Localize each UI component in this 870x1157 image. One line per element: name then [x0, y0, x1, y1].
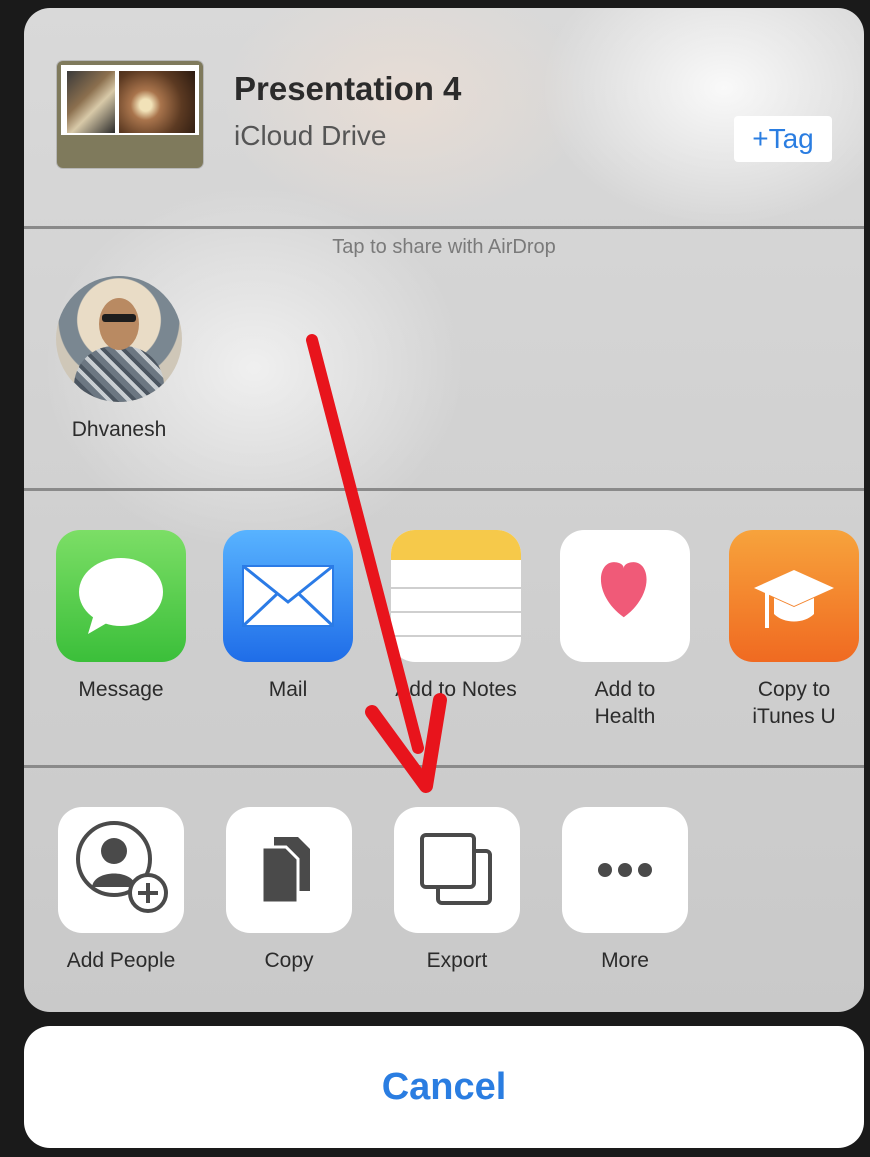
- itunes-u-label: Copy to iTunes U: [752, 678, 836, 728]
- add-people-button[interactable]: [58, 807, 184, 933]
- more-label: More: [601, 949, 649, 972]
- health-app-icon[interactable]: [560, 530, 690, 662]
- airdrop-hint: Tap to share with AirDrop: [332, 236, 556, 258]
- document-location: iCloud Drive: [234, 120, 387, 151]
- mail-app-icon[interactable]: [223, 530, 353, 662]
- divider: [24, 765, 864, 768]
- notes-label: Add to Notes: [395, 678, 517, 701]
- document-title: Presentation 4: [234, 70, 462, 107]
- export-icon: [420, 833, 492, 905]
- itunes-u-app-icon[interactable]: [729, 530, 859, 662]
- add-people-label: Add People: [66, 949, 176, 972]
- airdrop-person-avatar[interactable]: [56, 276, 182, 402]
- messages-label: Message: [78, 678, 164, 701]
- mail-label: Mail: [268, 678, 308, 701]
- background-strip: [0, 1148, 870, 1157]
- more-icon: [598, 863, 652, 877]
- health-label: Add to Health: [594, 678, 656, 728]
- divider: [24, 488, 864, 491]
- add-tag-button[interactable]: +Tag: [734, 116, 832, 162]
- divider: [24, 226, 864, 229]
- copy-icon: [260, 837, 310, 905]
- export-button[interactable]: [394, 807, 520, 933]
- copy-label: Copy: [264, 949, 314, 972]
- more-button[interactable]: [562, 807, 688, 933]
- messages-app-icon[interactable]: [56, 530, 186, 662]
- cancel-button[interactable]: Cancel: [24, 1026, 864, 1148]
- document-header: Presentation 4 iCloud Drive +Tag: [24, 8, 864, 226]
- export-label: Export: [426, 949, 488, 972]
- copy-button[interactable]: [226, 807, 352, 933]
- share-sheet: Presentation 4 iCloud Drive +Tag Tap to …: [24, 8, 864, 1012]
- airdrop-person-name: Dhvanesh: [71, 418, 167, 441]
- add-people-icon: [76, 821, 168, 913]
- notes-app-icon[interactable]: [391, 530, 521, 662]
- document-thumbnail: [57, 61, 203, 168]
